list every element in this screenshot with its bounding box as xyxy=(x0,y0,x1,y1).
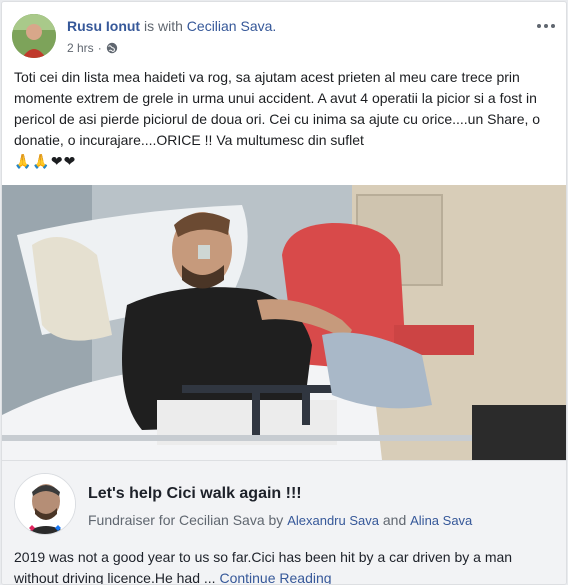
fundraiser-subtitle: Fundraiser for Cecilian Sava by Alexandr… xyxy=(88,512,472,528)
fundraiser-title[interactable]: Let's help Cici walk again !!! xyxy=(88,485,302,503)
post-header: Rusu Ionut is with Cecilian Sava. 2 hrs … xyxy=(12,14,558,62)
fundraiser-card[interactable]: Let's help Cici walk again !!! Fundraise… xyxy=(2,460,566,584)
author-avatar[interactable] xyxy=(12,14,56,58)
fundraiser-prefix: Fundraiser for Cecilian Sava by xyxy=(88,512,288,528)
post-text: Toti cei din lista mea haideti va rog, s… xyxy=(14,69,541,148)
author-line: Rusu Ionut is with Cecilian Sava. xyxy=(67,18,276,34)
globe-icon[interactable] xyxy=(106,42,118,54)
tagged-person-link[interactable]: Cecilian Sava. xyxy=(187,18,277,34)
with-text: is with xyxy=(140,18,187,34)
continue-reading-link[interactable]: Continue Reading xyxy=(219,570,331,584)
organizer-and: and xyxy=(378,512,411,528)
organizer-link-2[interactable]: Alina Sava xyxy=(410,513,472,528)
meta-separator: · xyxy=(97,41,102,55)
organizer-link-1[interactable]: Alexandru Sava xyxy=(287,513,379,528)
more-options-icon[interactable] xyxy=(534,18,558,34)
post-photo[interactable] xyxy=(2,185,566,460)
fundraiser-thumbnail[interactable] xyxy=(14,473,76,535)
post-meta: 2 hrs · xyxy=(67,41,118,55)
facebook-post: Rusu Ionut is with Cecilian Sava. 2 hrs … xyxy=(1,1,567,585)
post-emojis: 🙏🙏❤❤ xyxy=(14,153,77,169)
author-name-link[interactable]: Rusu Ionut xyxy=(67,18,140,34)
post-timestamp[interactable]: 2 hrs xyxy=(67,41,94,55)
fundraiser-description: 2019 was not a good year to us so far.Ci… xyxy=(14,547,559,584)
